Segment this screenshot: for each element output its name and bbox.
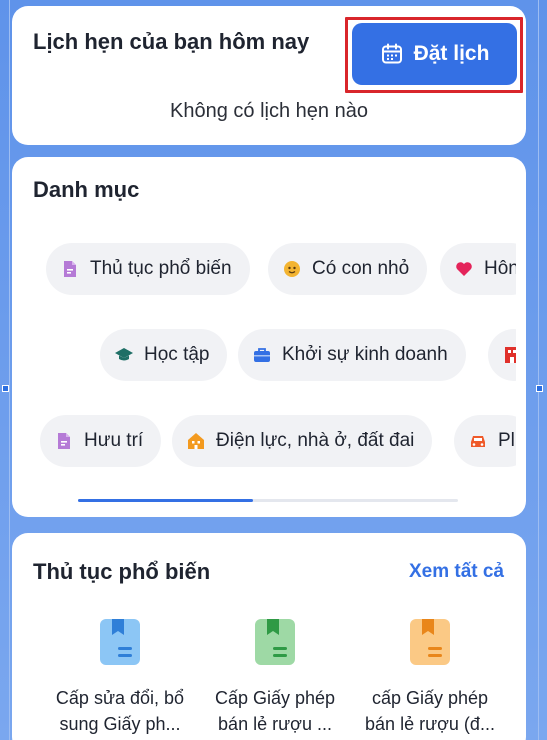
category-row-3: Hưu trí Điện lực, nhà ở, đất đai Pl	[32, 415, 516, 471]
category-chip-label: Có con nhỏ	[312, 258, 410, 279]
document-icon	[255, 619, 295, 665]
category-chip-label: Thủ tục phổ biến	[90, 258, 232, 279]
briefcase-icon	[254, 348, 270, 362]
procedure-label-line1: Cấp sửa đổi, bổ	[55, 688, 185, 708]
baby-icon	[284, 261, 300, 277]
procedure-label-line1: cấp Giấy phép	[371, 688, 489, 708]
category-chip-label: Pl	[498, 430, 515, 451]
category-row-2: Học tập Khởi sự kinh doanh	[32, 329, 516, 385]
no-appointments-text: Không có lịch hẹn nào	[170, 100, 368, 122]
heart-icon	[456, 262, 472, 276]
category-chip-label: Khởi sự kinh doanh	[282, 344, 448, 365]
procedure-label: cấp Giấy phép bán lẻ rượu (đ...	[355, 685, 505, 737]
document-icon	[100, 619, 140, 665]
category-chip-young-children[interactable]: Có con nhỏ	[268, 243, 428, 295]
procedure-label-line2: sung Giấy ph...	[59, 714, 181, 734]
appointment-title: Lịch hẹn của bạn hôm nay	[33, 29, 310, 54]
category-card: Danh mục Thủ tục phổ biến Có con nhỏ Hôn	[12, 157, 526, 517]
book-appointment-button[interactable]: Đặt lịch	[352, 23, 517, 85]
category-chip-label: Hưu trí	[84, 430, 144, 451]
category-chip-business-startup[interactable]: Khởi sự kinh doanh	[238, 329, 466, 381]
book-appointment-label: Đặt lịch	[413, 42, 490, 65]
document-icon	[58, 433, 70, 449]
resize-handle-right[interactable]	[536, 385, 543, 392]
category-chip-marriage[interactable]: Hôn	[440, 243, 516, 295]
category-chip-popular-procedures[interactable]: Thủ tục phổ biến	[46, 243, 250, 295]
frame-border-left	[9, 0, 10, 740]
document-icon	[64, 261, 76, 277]
category-chip-label: Điện lực, nhà ở, đất đai	[216, 430, 415, 451]
building-icon	[505, 347, 516, 363]
procedure-label-line1: Cấp Giấy phép	[214, 688, 336, 708]
house-icon	[188, 433, 204, 449]
car-icon	[471, 436, 485, 447]
category-chip-label: Hôn	[484, 258, 516, 279]
popular-procedures-card: Thủ tục phổ biến Xem tất cả Cấp sửa đổi,…	[12, 533, 526, 740]
procedure-item[interactable]: Cấp sửa đổi, bổ sung Giấy ph...	[45, 617, 195, 737]
category-chip-education[interactable]: Học tập	[100, 329, 228, 381]
category-scroll-thumb[interactable]	[78, 499, 253, 502]
see-all-link[interactable]: Xem tất cả	[409, 561, 504, 583]
category-chip-construction[interactable]	[488, 329, 516, 381]
popular-procedures-title: Thủ tục phổ biến	[33, 559, 211, 584]
frame-border-right	[538, 0, 539, 740]
procedure-item[interactable]: Cấp Giấy phép bán lẻ rượu ...	[200, 617, 350, 737]
appointment-card: Lịch hẹn của bạn hôm nay Đặt lịch Không …	[12, 6, 526, 145]
procedure-item[interactable]: cấp Giấy phép bán lẻ rượu (đ...	[355, 617, 505, 737]
category-title: Danh mục	[33, 177, 140, 202]
procedure-label-line2: bán lẻ rượu (đ...	[365, 714, 495, 734]
graduation-cap-icon	[115, 348, 133, 361]
category-chip-electricity-housing-land[interactable]: Điện lực, nhà ở, đất đai	[172, 415, 433, 467]
resize-handle-left[interactable]	[2, 385, 9, 392]
category-scroll-track[interactable]	[78, 499, 458, 502]
procedure-label: Cấp Giấy phép bán lẻ rượu ...	[200, 685, 350, 737]
procedure-label: Cấp sửa đổi, bổ sung Giấy ph...	[45, 685, 195, 737]
procedure-label-line2: bán lẻ rượu ...	[218, 714, 332, 734]
category-row-1: Thủ tục phổ biến Có con nhỏ Hôn	[32, 243, 516, 299]
category-chip-label: Học tập	[144, 344, 210, 365]
document-icon	[410, 619, 450, 665]
category-chip-traffic[interactable]: Pl	[454, 415, 516, 467]
calendar-icon	[381, 43, 402, 64]
category-chip-retirement[interactable]: Hưu trí	[40, 415, 162, 467]
